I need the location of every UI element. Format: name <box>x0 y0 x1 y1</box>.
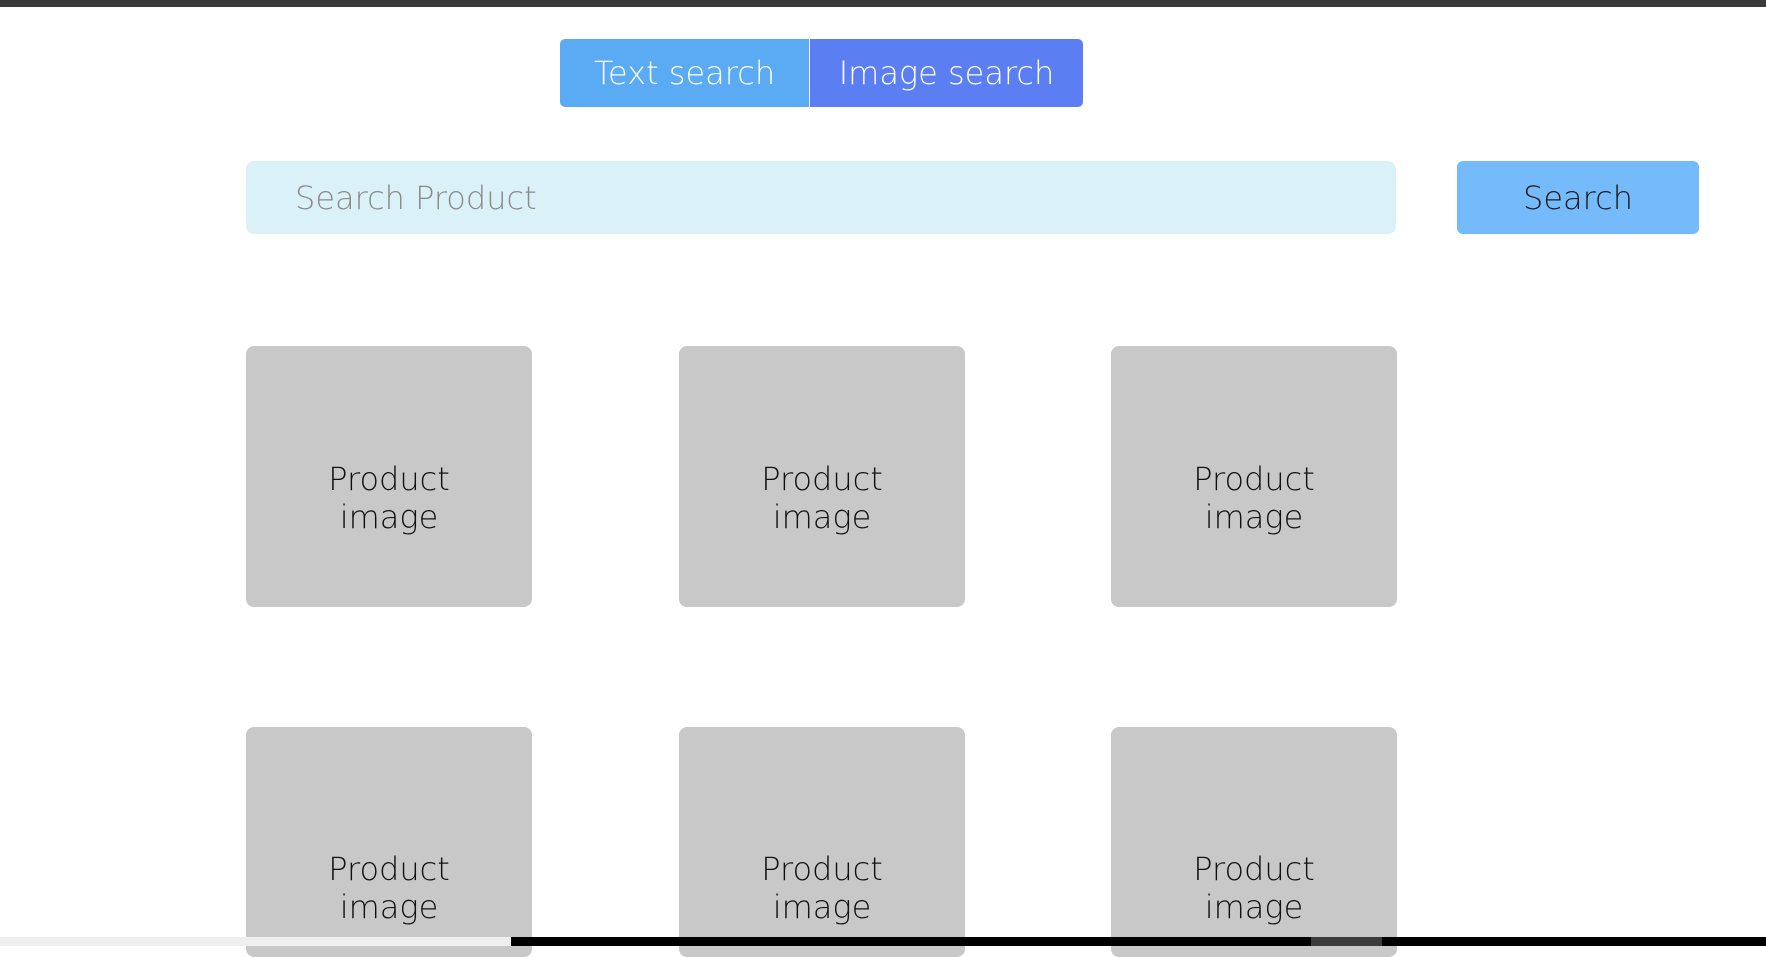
search-button[interactable]: Search <box>1457 161 1699 234</box>
horizontal-scrollbar[interactable] <box>0 937 1766 946</box>
product-card[interactable]: Product image <box>1111 727 1397 957</box>
window-top-strip <box>0 0 1766 7</box>
product-card[interactable]: Product image <box>679 346 965 607</box>
product-image-placeholder: Product image <box>761 459 883 536</box>
tab-text-search[interactable]: Text search <box>560 39 809 107</box>
product-image-placeholder: Product image <box>328 459 450 536</box>
product-card[interactable]: Product image <box>1111 346 1397 607</box>
scrollbar-track <box>0 937 511 946</box>
product-card[interactable]: Product image <box>246 346 532 607</box>
product-image-placeholder: Product image <box>328 850 450 926</box>
product-image-placeholder: Product image <box>1193 459 1315 536</box>
product-image-placeholder: Product image <box>761 850 883 926</box>
product-image-placeholder: Product image <box>1193 850 1315 926</box>
scrollbar-thumb[interactable] <box>1311 937 1382 946</box>
product-card[interactable]: Product image <box>246 727 532 957</box>
search-input[interactable] <box>246 161 1396 234</box>
tab-image-search[interactable]: Image search <box>810 39 1083 107</box>
product-card[interactable]: Product image <box>679 727 965 957</box>
